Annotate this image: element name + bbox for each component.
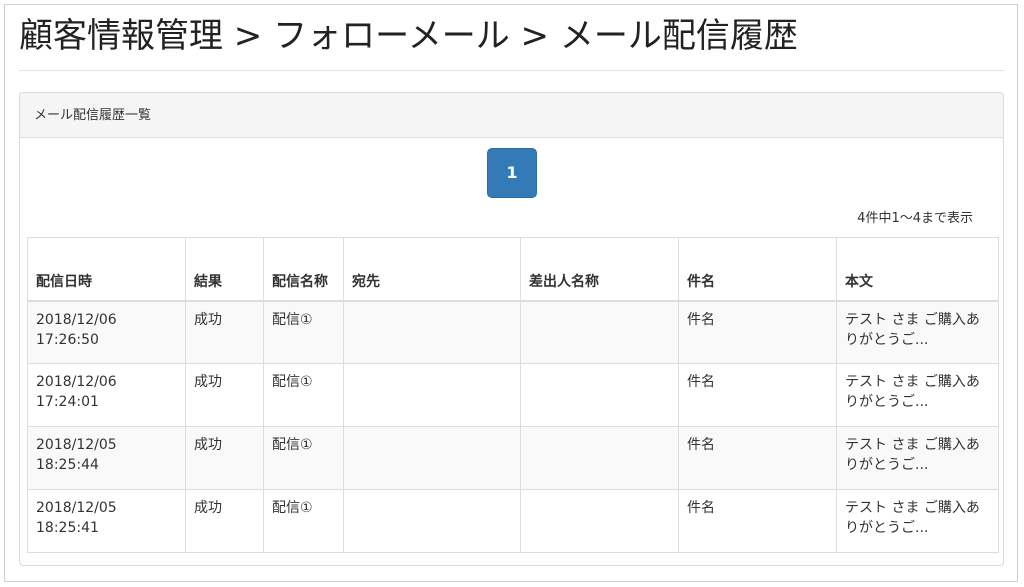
- cell-result: 成功: [185, 363, 264, 427]
- column-header-name: 配信名称: [263, 237, 344, 302]
- cell-date: 2018/12/05 18:25:44: [27, 426, 186, 490]
- column-header-date: 配信日時: [27, 237, 186, 302]
- cell-body: テスト さま ご購入ありがとうご...: [836, 300, 999, 364]
- cell-date: 2018/12/06 17:24:01: [27, 363, 186, 427]
- cell-recipient: [343, 300, 521, 364]
- table-header: 配信日時 結果 配信名称 宛先 差出人名称 件名 本文: [27, 237, 999, 302]
- cell-subject: 件名: [678, 363, 837, 427]
- page-title: 顧客情報管理 > フォローメール > メール配信履歴: [19, 16, 798, 56]
- mail-history-panel: メール配信履歴一覧 1 4件中1〜4まで表示 配信日時 結果 配信名称 宛先 差…: [19, 92, 1004, 566]
- column-header-sender: 差出人名称: [520, 237, 679, 302]
- cell-date: 2018/12/05 18:25:41: [27, 489, 186, 553]
- header-row: 配信日時 結果 配信名称 宛先 差出人名称 件名 本文: [27, 237, 999, 302]
- pagination-page-1-button[interactable]: 1: [487, 148, 537, 198]
- cell-subject: 件名: [678, 300, 837, 364]
- table-row: 2018/12/05 18:25:41 成功 配信① 件名 テスト さま ご購入…: [27, 489, 999, 553]
- cell-body: テスト さま ご購入ありがとうご...: [836, 426, 999, 490]
- panel-heading: メール配信履歴一覧: [20, 93, 1003, 138]
- table-row: 2018/12/06 17:26:50 成功 配信① 件名 テスト さま ご購入…: [27, 300, 999, 364]
- cell-sender: [520, 489, 679, 553]
- cell-sender: [520, 363, 679, 427]
- cell-subject: 件名: [678, 426, 837, 490]
- cell-result: 成功: [185, 489, 264, 553]
- cell-name: 配信①: [263, 363, 344, 427]
- table-body: 2018/12/06 17:26:50 成功 配信① 件名 テスト さま ご購入…: [27, 300, 999, 553]
- title-divider: [19, 70, 1004, 71]
- column-header-result: 結果: [185, 237, 264, 302]
- cell-name: 配信①: [263, 300, 344, 364]
- cell-result: 成功: [185, 300, 264, 364]
- column-header-subject: 件名: [678, 237, 837, 302]
- cell-sender: [520, 426, 679, 490]
- cell-body: テスト さま ご購入ありがとうご...: [836, 489, 999, 553]
- column-header-body: 本文: [836, 237, 999, 302]
- cell-body: テスト さま ご購入ありがとうご...: [836, 363, 999, 427]
- cell-subject: 件名: [678, 489, 837, 553]
- table-row: 2018/12/06 17:24:01 成功 配信① 件名 テスト さま ご購入…: [27, 363, 999, 427]
- app-window: 顧客情報管理 > フォローメール > メール配信履歴 メール配信履歴一覧 1 4…: [4, 4, 1018, 582]
- result-count: 4件中1〜4まで表示: [857, 211, 973, 226]
- cell-date: 2018/12/06 17:26:50: [27, 300, 186, 364]
- cell-result: 成功: [185, 426, 264, 490]
- cell-recipient: [343, 489, 521, 553]
- column-header-recipient: 宛先: [343, 237, 521, 302]
- cell-recipient: [343, 363, 521, 427]
- cell-name: 配信①: [263, 489, 344, 553]
- cell-recipient: [343, 426, 521, 490]
- cell-name: 配信①: [263, 426, 344, 490]
- cell-sender: [520, 300, 679, 364]
- mail-history-table: 配信日時 結果 配信名称 宛先 差出人名称 件名 本文 2018/12/06 1…: [27, 237, 999, 553]
- table-row: 2018/12/05 18:25:44 成功 配信① 件名 テスト さま ご購入…: [27, 426, 999, 490]
